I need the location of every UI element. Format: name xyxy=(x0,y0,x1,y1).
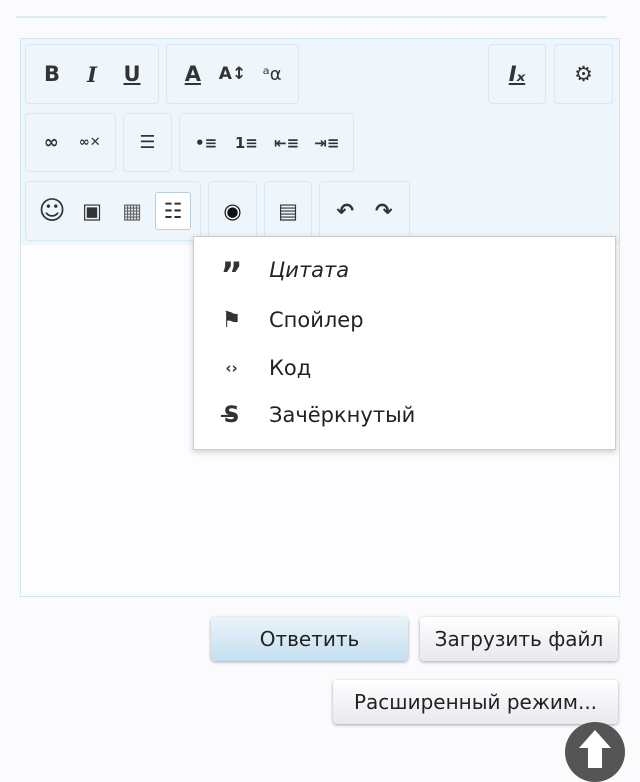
scroll-to-top-button[interactable] xyxy=(565,722,625,782)
numbered-list-button[interactable]: 1≡ xyxy=(229,125,263,161)
image-button[interactable]: ▣ xyxy=(75,193,109,229)
font-size-icon: A↕ xyxy=(218,64,247,84)
menu-item-label: Зачёркнутый xyxy=(269,403,416,427)
bbcode-toggle-button[interactable]: ⚙ xyxy=(567,56,601,92)
text-color-icon: A xyxy=(184,62,201,86)
indent-icon: ⇥≡ xyxy=(314,133,340,152)
outdent-button[interactable]: ⇤≡ xyxy=(270,125,304,161)
bbcode-toggle-icon: ⚙ xyxy=(574,62,593,86)
insert-block-icon: ☷ xyxy=(163,199,183,223)
link-icon: ∞ xyxy=(43,132,59,153)
save-draft-icon: ▤ xyxy=(278,199,298,223)
group-save: ▤ xyxy=(264,181,312,241)
indent-button[interactable]: ⇥≡ xyxy=(310,125,344,161)
group-camera: ◉ xyxy=(208,181,257,241)
camera-icon: ◉ xyxy=(223,199,242,223)
group-font: A A↕ ᵃα xyxy=(166,44,299,104)
bullet-list-icon: •≡ xyxy=(195,133,218,152)
upload-file-button[interactable]: Загрузить файл xyxy=(420,617,618,661)
group-lists: •≡ 1≡ ⇤≡ ⇥≡ xyxy=(179,113,354,172)
group-align: ☰ xyxy=(123,113,172,172)
arrow-up-icon xyxy=(579,730,611,768)
remove-format-button[interactable]: Iₓ xyxy=(500,56,534,92)
unlink-icon: ∞✕ xyxy=(78,135,101,150)
group-history: ↶ ↷ xyxy=(319,181,410,241)
menu-item-label: Код xyxy=(269,356,312,380)
group-source: ⚙ xyxy=(554,44,613,104)
media-icon: ▦ xyxy=(122,199,142,223)
menu-item-spoiler[interactable]: ⚑ Спойлер xyxy=(194,298,615,342)
smiley-icon: ☺ xyxy=(38,196,66,226)
underline-button[interactable]: U xyxy=(115,56,149,92)
menu-item-strikethrough[interactable]: S̶ Зачёркнутый xyxy=(194,393,615,437)
insert-block-menu: ” Цитата ⚑ Спойлер ‹› Код S̶ Зачёркнутый xyxy=(193,236,616,450)
code-file-icon: ‹› xyxy=(225,359,238,377)
smiley-button[interactable]: ☺ xyxy=(35,193,69,229)
bullet-list-button[interactable]: •≡ xyxy=(189,125,223,161)
editor-toolbar: B I U A A↕ ᵃα Iₓ ⚙ ∞ ∞✕ ☰ •≡ 1≡ ⇤≡ ⇥≡ ☺ … xyxy=(21,39,619,245)
reply-button[interactable]: Ответить xyxy=(211,617,408,661)
link-button[interactable]: ∞ xyxy=(34,125,68,161)
outdent-icon: ⇤≡ xyxy=(274,133,300,152)
unlink-button[interactable]: ∞✕ xyxy=(73,125,107,161)
font-family-icon: ᵃα xyxy=(262,63,282,85)
font-size-button[interactable]: A↕ xyxy=(215,56,249,92)
media-button[interactable]: ▦ xyxy=(115,193,149,229)
remove-format-icon: Iₓ xyxy=(508,62,526,86)
numbered-list-icon: 1≡ xyxy=(234,133,258,152)
bold-button[interactable]: B xyxy=(35,56,69,92)
group-insert: ☺ ▣ ▦ ☷ xyxy=(25,181,201,241)
menu-item-code[interactable]: ‹› Код xyxy=(194,346,615,390)
flag-icon: ⚑ xyxy=(221,307,242,333)
save-draft-button[interactable]: ▤ xyxy=(271,193,305,229)
image-icon: ▣ xyxy=(82,199,102,223)
redo-button[interactable]: ↷ xyxy=(367,193,401,229)
group-remove-format: Iₓ xyxy=(488,44,546,104)
menu-item-quote[interactable]: ” Цитата xyxy=(194,248,615,292)
menu-item-label: Цитата xyxy=(269,258,350,282)
quote-icon: ” xyxy=(220,255,243,295)
advanced-mode-button[interactable]: Расширенный режим... xyxy=(333,680,618,724)
menu-item-label: Спойлер xyxy=(269,308,364,332)
text-color-button[interactable]: A xyxy=(176,56,210,92)
redo-icon: ↷ xyxy=(374,199,393,223)
font-family-button[interactable]: ᵃα xyxy=(255,56,289,92)
divider xyxy=(16,16,607,18)
italic-icon: I xyxy=(87,61,97,87)
italic-button[interactable]: I xyxy=(75,56,109,92)
group-text-style: B I U xyxy=(25,44,159,104)
camera-button[interactable]: ◉ xyxy=(216,193,250,229)
undo-icon: ↶ xyxy=(336,199,355,223)
undo-button[interactable]: ↶ xyxy=(328,193,362,229)
insert-block-button[interactable]: ☷ xyxy=(155,192,191,230)
bold-icon: B xyxy=(43,62,60,86)
align-icon: ☰ xyxy=(139,132,156,153)
align-button[interactable]: ☰ xyxy=(131,125,165,161)
underline-icon: U xyxy=(123,62,141,86)
group-links: ∞ ∞✕ xyxy=(25,113,116,172)
strikethrough-icon: S̶ xyxy=(223,402,240,428)
